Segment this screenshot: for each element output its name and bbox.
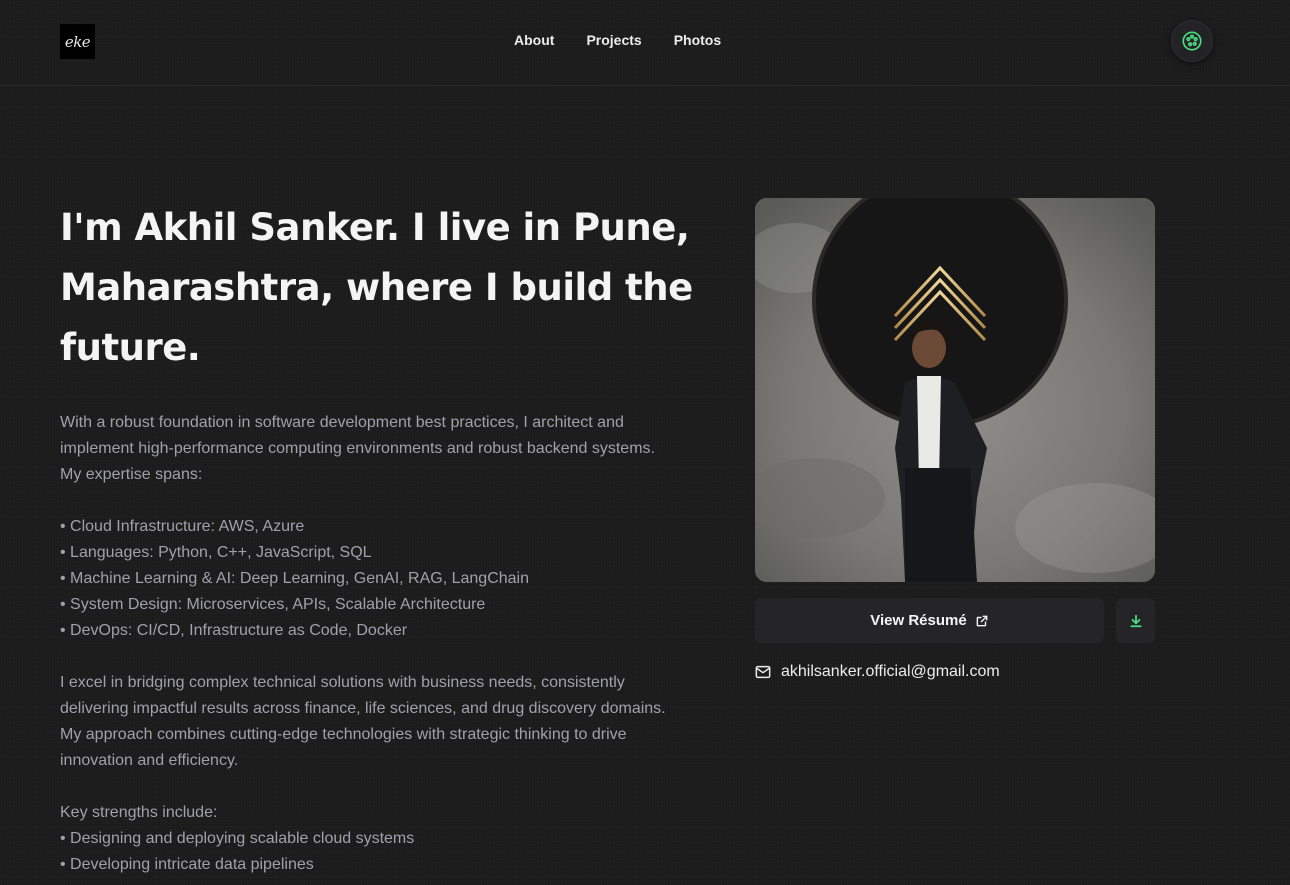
expertise-item: • Languages: Python, C++, JavaScript, SQ… — [60, 544, 372, 561]
email-link[interactable]: akhilsanker.official@gmail.com — [755, 661, 1000, 683]
view-resume-label: View Résumé — [870, 612, 967, 629]
theme-toggle-button[interactable] — [1171, 20, 1213, 62]
portrait-photo — [755, 198, 1155, 582]
download-resume-button[interactable] — [1116, 598, 1155, 643]
email-address: akhilsanker.official@gmail.com — [781, 663, 1000, 680]
main-nav: About Projects Photos — [514, 30, 721, 50]
strength-item: • Developing intricate data pipelines — [60, 856, 314, 873]
nav-about[interactable]: About — [514, 30, 554, 50]
site-logo[interactable]: eke — [60, 24, 95, 59]
external-link-icon — [976, 615, 988, 626]
nav-photos[interactable]: Photos — [674, 30, 721, 50]
download-icon — [1129, 614, 1142, 627]
bio-section: With a robust foundation in software dev… — [60, 410, 680, 878]
bio-bridging: I excel in bridging complex technical so… — [60, 674, 666, 769]
strengths-list: Key strengths include: • Designing and d… — [60, 800, 680, 878]
strengths-heading: Key strengths include: — [60, 804, 218, 821]
strength-item: • Designing and deploying scalable cloud… — [60, 830, 415, 847]
mail-icon — [755, 665, 771, 679]
site-header: eke About Projects Photos — [0, 0, 1290, 86]
nav-projects[interactable]: Projects — [586, 30, 641, 50]
expertise-item: • Machine Learning & AI: Deep Learning, … — [60, 570, 529, 587]
hero-title: I'm Akhil Sanker. I live in Pune, Mahara… — [60, 206, 693, 369]
palette-icon — [1182, 31, 1202, 51]
expertise-item: • DevOps: CI/CD, Infrastructure as Code,… — [60, 622, 408, 639]
view-resume-button[interactable]: View Résumé — [755, 598, 1104, 643]
expertise-list: • Cloud Infrastructure: AWS, Azure • Lan… — [60, 514, 680, 644]
bio-intro: With a robust foundation in software dev… — [60, 414, 655, 483]
expertise-item: • System Design: Microservices, APIs, Sc… — [60, 596, 486, 613]
expertise-item: • Cloud Infrastructure: AWS, Azure — [60, 518, 305, 535]
